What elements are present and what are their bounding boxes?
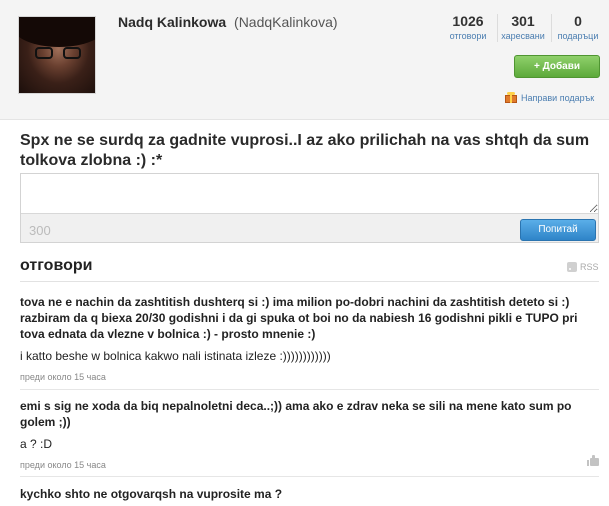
answers-title: отговори [20, 257, 93, 274]
profile-name[interactable]: Nadq Kalinkowa [118, 14, 226, 30]
avatar-hair [19, 17, 95, 47]
profile-name-line: Nadq Kalinkowa (NadqKalinkova) [118, 14, 338, 30]
gift-icon [505, 92, 517, 103]
stat-divider [551, 14, 552, 42]
like-icon[interactable] [587, 455, 599, 466]
answer-item: tova ne e nachin da zashtitish dushterq … [20, 294, 599, 382]
rss-icon [567, 262, 577, 272]
stat-likes[interactable]: 301 харесвани [498, 13, 548, 41]
divider [20, 281, 599, 282]
gift-link-label: Направи подарък [521, 92, 595, 103]
stat-likes-label: харесвани [501, 31, 545, 41]
stat-gifts-value: 0 [574, 13, 582, 29]
ask-input[interactable] [21, 174, 598, 214]
rss-link[interactable]: RSS [567, 262, 599, 272]
divider [20, 476, 599, 477]
answer-text: i katto beshe w bolnica kakwo nali istin… [20, 349, 331, 363]
answer-text: a ? :D [20, 437, 53, 451]
avatar[interactable] [18, 16, 96, 94]
stat-answers[interactable]: 1026 отговори [440, 13, 496, 41]
answer-question[interactable]: tova ne e nachin da zashtitish dushterq … [20, 294, 599, 342]
stat-answers-value: 1026 [452, 13, 484, 29]
profile-handle: (NadqKalinkova) [234, 14, 338, 30]
stat-gifts-label: подаръци [557, 31, 599, 41]
ask-button[interactable]: Попитай [520, 219, 596, 241]
character-counter: 300 [29, 223, 51, 238]
answer-question[interactable]: kychko shto ne otgovarqsh na vuprosite m… [20, 486, 599, 502]
stat-likes-value: 301 [511, 13, 535, 29]
answer-item: kychko shto ne otgovarqsh na vuprosite m… [20, 486, 599, 502]
avatar-glasses [35, 47, 81, 61]
stat-answers-label: отговори [449, 31, 487, 41]
gift-link[interactable]: Направи подарък [505, 92, 594, 103]
divider [20, 389, 599, 390]
profile-question: Spx ne se surdq za gadnite vuprosi..I az… [20, 132, 590, 169]
add-friend-button[interactable]: + Добави [514, 55, 600, 78]
stat-gifts[interactable]: 0 подаръци [553, 13, 603, 41]
answer-time[interactable]: преди около 15 часа [20, 460, 599, 470]
rss-label: RSS [580, 262, 599, 272]
answer-question[interactable]: emi s sig ne xoda da biq nepalnoletni de… [20, 398, 599, 430]
answer-time[interactable]: преди около 15 часа [20, 372, 599, 382]
ask-box: 300 Попитай [20, 173, 599, 243]
answer-item: emi s sig ne xoda da biq nepalnoletni de… [20, 398, 599, 470]
profile-header: Nadq Kalinkowa (NadqKalinkova) 1026 отго… [0, 0, 609, 120]
